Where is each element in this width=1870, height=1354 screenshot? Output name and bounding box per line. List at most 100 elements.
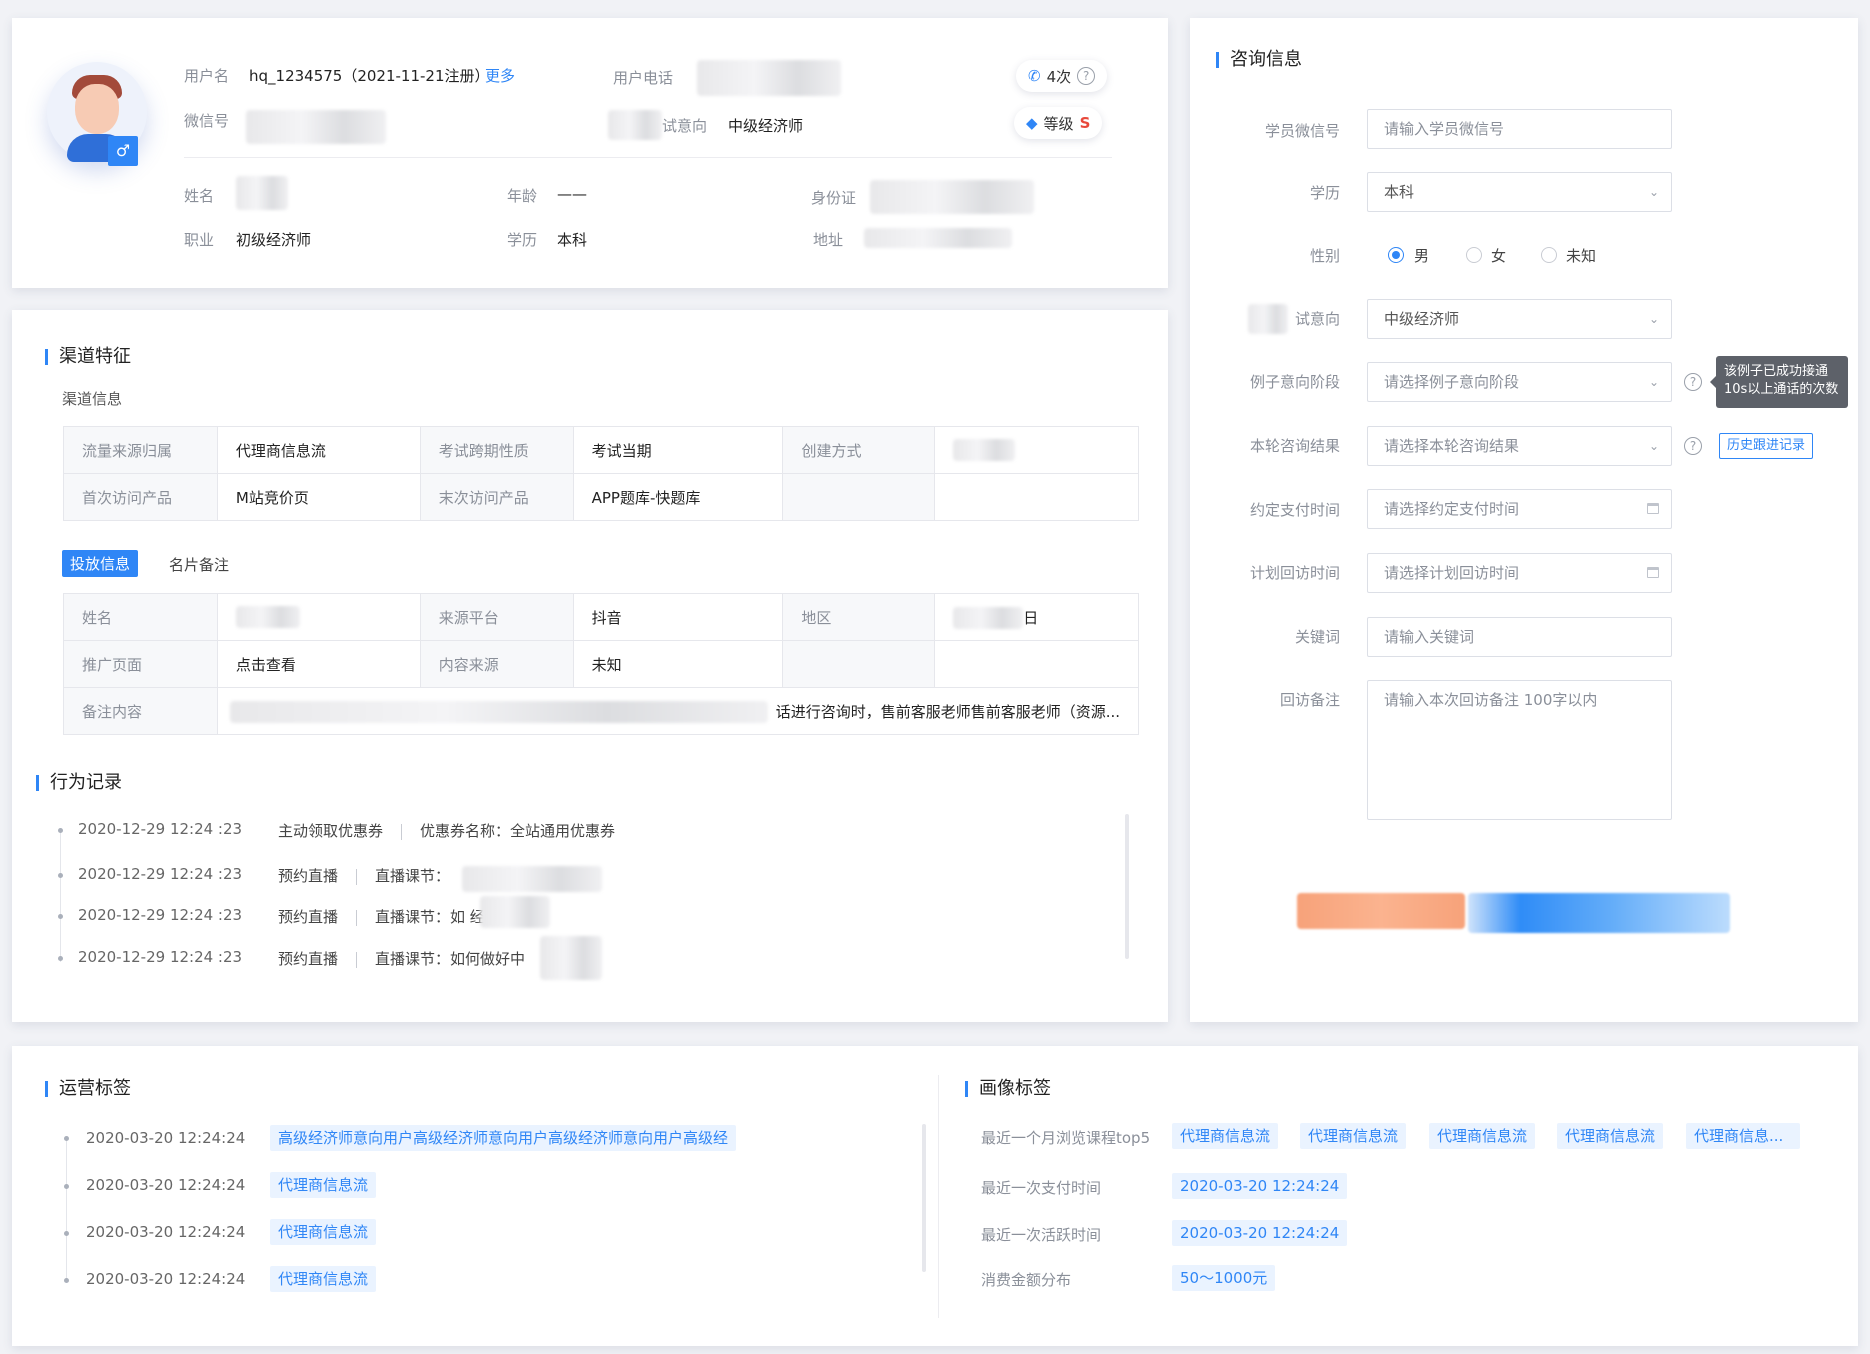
intent-field-label: 试意向 [1294,310,1340,328]
stage-select[interactable]: 请选择例子意向阶段 ⌄ [1367,362,1672,402]
note-content-cell: 话进行咨询时，售前客服老师售前客服老师（资源... [216,687,1140,735]
table-cell: 流量来源归属 [63,426,218,474]
gender-option-female: 女 [1491,247,1507,265]
orange-action-button[interactable] [1297,893,1465,929]
revisit-note-textarea[interactable]: 请输入本次回访备注 100字以内 [1367,680,1672,820]
table-cell: 代理商信息流 [216,426,421,474]
more-link[interactable]: 更多 [485,65,515,86]
keyword-field-label: 关键词 [1294,628,1340,646]
job-label: 职业 [184,231,215,249]
table-cell: 日 [934,593,1139,641]
table-cell: 地区 [782,593,936,641]
level-label: 等级 [1043,114,1074,133]
table-cell: 备注内容 [63,687,218,735]
table-cell [216,593,421,641]
username-value: hq_1234575（2021-11-21注册） [249,67,490,85]
chevron-down-icon: ⌄ [1648,439,1659,453]
portrait-tag: 代理商信息流 [1429,1123,1536,1149]
tab-ad-info[interactable]: 投放信息 [62,550,139,577]
phone-icon: ✆ [1028,67,1041,85]
ops-tags-scrollbar[interactable] [922,1124,926,1272]
table-cell [934,426,1139,474]
keyword-input[interactable]: 请输入关键词 [1367,617,1672,657]
table-cell: 末次访问产品 [419,473,574,521]
pay-time-field-label: 约定支付时间 [1249,501,1340,519]
edu-value: 本科 [557,231,588,249]
chevron-down-icon: ⌄ [1648,312,1659,326]
blue-action-button[interactable] [1468,893,1730,933]
phone-label: 用户电话 [613,69,674,87]
username-label: 用户名 [184,67,230,85]
gender-radio-female[interactable] [1466,247,1482,263]
name-value-masked [236,176,288,210]
name-label: 姓名 [184,187,215,205]
table-cell: 内容来源 [419,640,574,688]
ops-tag: 代理商信息流 [270,1266,377,1292]
table-cell: 推广页面 [63,640,218,688]
exam-intent-value: 中级经济师 [728,117,804,135]
calendar-icon [1647,567,1659,578]
male-icon: ♂ [108,136,138,166]
wechat-input[interactable]: 请输入学员微信号 [1367,109,1672,149]
tab-card-notes[interactable]: 名片备注 [169,554,229,575]
last-pay-value: 2020-03-20 12:24:24 [1172,1173,1348,1199]
result-select[interactable]: 请选择本轮咨询结果 ⌄ [1367,426,1672,466]
level-value: S [1079,114,1091,132]
behavior-title: 行为记录 [36,772,122,794]
table-cell [782,473,936,521]
behavior-scrollbar[interactable] [1125,814,1129,959]
address-value-masked [864,228,1012,248]
help-icon[interactable]: ? [1077,67,1096,85]
table-cell: 来源平台 [419,593,574,641]
portrait-tag: 代理商信息流 [1172,1123,1279,1149]
gender-radio-male[interactable] [1388,247,1404,263]
address-label: 地址 [813,231,844,249]
top5-label: 最近一个月浏览课程top5 [981,1129,1151,1147]
channel-info-table: 流量来源归属 代理商信息流 考试跨期性质 考试当期 创建方式 首次访问产品 M站… [63,426,1139,521]
intent-select[interactable]: 中级经济师 ⌄ [1367,299,1672,339]
view-page-link[interactable]: 点击查看 [216,640,421,688]
table-cell: 考试当期 [572,426,784,474]
table-cell: 姓名 [63,593,218,641]
call-count-pill[interactable]: ✆ 4次 ? [1016,60,1108,92]
table-row: 备注内容 话进行咨询时，售前客服老师售前客服老师（资源... [63,687,1140,735]
calendar-icon [1647,503,1659,514]
help-icon[interactable]: ? [1684,373,1702,391]
portrait-tag: 代理商信息流 [1300,1123,1407,1149]
ops-tag: 高级经济师意向用户高级经济师意向用户高级经济师意向用户高级经 [270,1125,737,1151]
gender-radio-unknown[interactable] [1541,247,1557,263]
table-cell: APP题库-快题库 [572,473,784,521]
channel-title: 渠道特征 [45,346,131,368]
wechat-value-masked [246,110,386,144]
history-records-button[interactable]: 历史跟进记录 [1719,433,1814,459]
table-cell: 首次访问产品 [63,473,218,521]
pay-time-picker[interactable]: 请选择约定支付时间 [1367,489,1672,529]
last-pay-label: 最近一次支付时间 [981,1179,1102,1197]
revisit-time-picker[interactable]: 请选择计划回访时间 [1367,553,1672,593]
phone-value-masked [697,60,841,96]
edu-select[interactable]: 本科 ⌄ [1367,172,1672,212]
id-value-masked [870,180,1034,214]
stage-tooltip: 该例子已成功接通 10s以上通话的次数 [1710,356,1848,408]
chevron-down-icon: ⌄ [1648,185,1659,199]
diamond-icon: ◆ [1026,114,1038,132]
exam-intent-label: 试意向 [662,117,708,135]
portrait-tags-title: 画像标签 [965,1078,1051,1100]
channel-subtitle: 渠道信息 [62,390,123,408]
help-icon[interactable]: ? [1684,437,1702,455]
edu-field-label: 学历 [1309,184,1340,202]
table-cell: 考试跨期性质 [419,426,574,474]
edu-label: 学历 [507,231,538,249]
note-field-label: 回访备注 [1279,691,1340,709]
call-count: 4次 [1046,67,1072,86]
table-cell [934,640,1139,688]
age-label: 年龄 [507,187,538,205]
last-active-value: 2020-03-20 12:24:24 [1172,1220,1348,1246]
spend-value: 50～1000元 [1172,1265,1276,1291]
gender-option-unknown: 未知 [1566,247,1597,265]
level-pill: ◆ 等级 S [1014,107,1103,139]
table-row: 首次访问产品 M站竞价页 末次访问产品 APP题库-快题库 [63,473,1139,521]
ops-tag: 代理商信息流 [270,1172,377,1198]
age-value: —— [557,185,587,203]
ad-info-table: 姓名 来源平台 抖音 地区 日 推广页面 点击查看 内容来源 未知 备注内容 话… [63,593,1140,735]
